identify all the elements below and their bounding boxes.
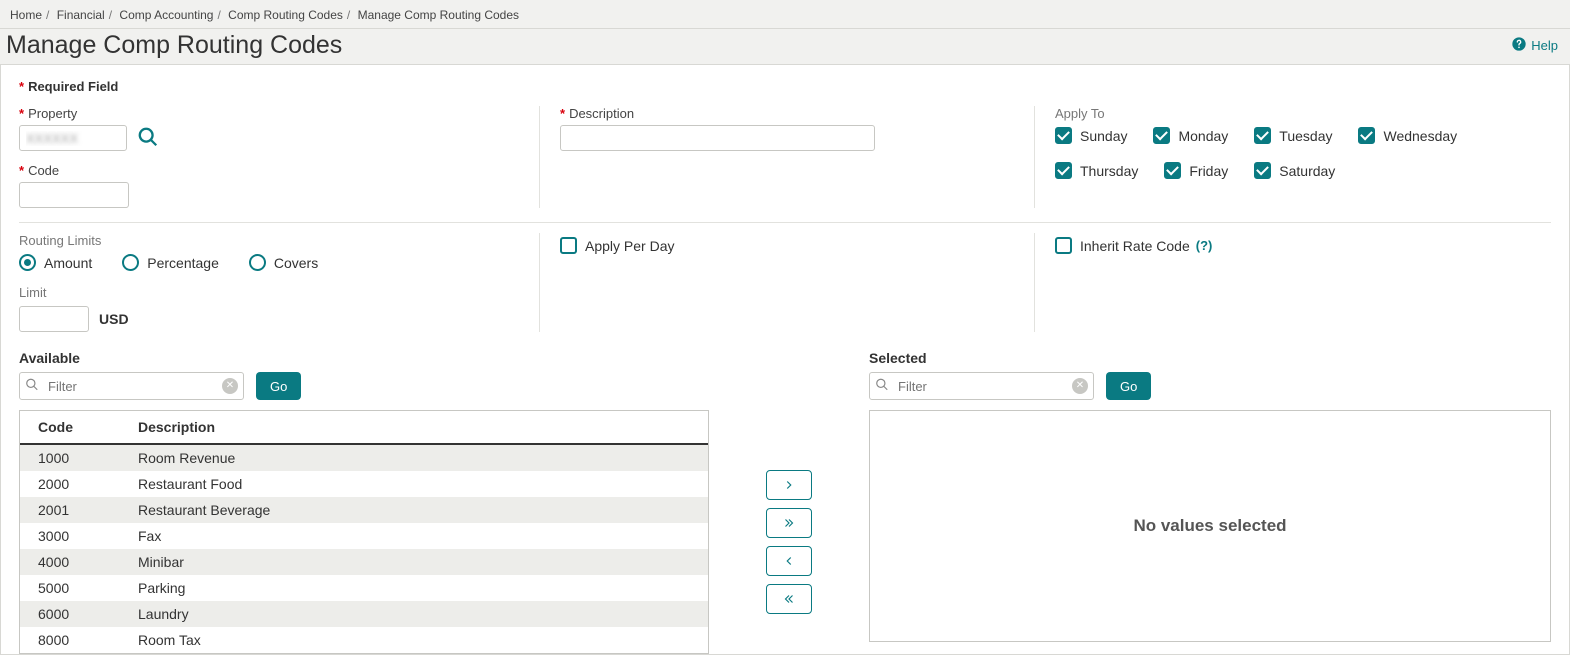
move-right-button[interactable] — [766, 470, 812, 500]
breadcrumb-current: Manage Comp Routing Codes — [358, 8, 519, 22]
breadcrumb-link[interactable]: Financial — [57, 8, 105, 22]
selected-filter-input[interactable] — [869, 372, 1094, 400]
table-row[interactable]: 2001Restaurant Beverage — [20, 497, 708, 523]
inherit-help-icon[interactable]: (?) — [1190, 238, 1213, 253]
available-go-button[interactable]: Go — [256, 372, 301, 400]
help-label: Help — [1531, 38, 1558, 53]
selected-box: No values selected — [869, 410, 1551, 642]
apply-to-label: Apply To — [1055, 106, 1531, 121]
inherit-rate-code-checkbox[interactable]: Inherit Rate Code — [1055, 237, 1190, 254]
clear-icon[interactable] — [222, 378, 238, 394]
day-checkbox-saturday[interactable]: Saturday — [1254, 162, 1335, 179]
selected-filter — [869, 372, 1094, 400]
shuttle-controls — [709, 350, 869, 654]
available-title: Available — [19, 350, 709, 366]
day-checkbox-monday[interactable]: Monday — [1153, 127, 1228, 144]
breadcrumb-link[interactable]: Comp Accounting — [119, 8, 213, 22]
help-icon — [1511, 36, 1527, 55]
table-row[interactable]: 4000Minibar — [20, 549, 708, 575]
table-row[interactable]: 8000Room Tax — [20, 627, 708, 653]
description-input[interactable] — [560, 125, 875, 151]
routing-limits-radios: Amount Percentage Covers — [19, 254, 519, 271]
table-row[interactable]: 5000Parking — [20, 575, 708, 601]
routing-limit-radio-amount[interactable]: Amount — [19, 254, 92, 271]
selected-go-button[interactable]: Go — [1106, 372, 1151, 400]
code-label: *Code — [19, 163, 519, 178]
breadcrumb: Home/ Financial/ Comp Accounting/ Comp R… — [0, 0, 1570, 28]
table-row[interactable]: 1000Room Revenue — [20, 444, 708, 471]
col-code: Code — [20, 411, 120, 444]
col-description: Description — [120, 411, 708, 444]
selected-title: Selected — [869, 350, 1551, 366]
title-bar: Manage Comp Routing Codes Help — [0, 28, 1570, 65]
limit-label: Limit — [19, 285, 519, 300]
description-label: *Description — [560, 106, 1014, 121]
available-table: Code Description 1000Room Revenue2000Res… — [20, 411, 708, 653]
required-legend: *Required Field — [19, 79, 1551, 94]
no-values-text: No values selected — [1133, 516, 1286, 536]
section-routing: Routing Limits Amount Percentage Covers Li… — [19, 233, 1551, 332]
available-filter — [19, 372, 244, 400]
move-all-right-button[interactable] — [766, 508, 812, 538]
apply-to-days: Sunday Monday Tuesday Wednesday Thursday Frid… — [1055, 127, 1531, 179]
search-icon[interactable] — [137, 126, 159, 151]
shuttle: Available Go Code Description — [19, 350, 1551, 654]
property-input[interactable] — [19, 125, 127, 151]
page-title: Manage Comp Routing Codes — [6, 31, 342, 60]
day-checkbox-tuesday[interactable]: Tuesday — [1254, 127, 1332, 144]
code-input[interactable] — [19, 182, 129, 208]
available-filter-input[interactable] — [19, 372, 244, 400]
search-icon — [25, 378, 39, 395]
available-table-box: Code Description 1000Room Revenue2000Res… — [19, 410, 709, 654]
limit-currency: USD — [99, 311, 129, 327]
table-row[interactable]: 3000Fax — [20, 523, 708, 549]
selected-panel: Selected Go No values selected — [869, 350, 1551, 654]
move-all-left-button[interactable] — [766, 584, 812, 614]
routing-limit-radio-covers[interactable]: Covers — [249, 254, 318, 271]
table-row[interactable]: 2000Restaurant Food — [20, 471, 708, 497]
available-panel: Available Go Code Description — [19, 350, 709, 654]
move-left-button[interactable] — [766, 546, 812, 576]
routing-limit-radio-percentage[interactable]: Percentage — [122, 254, 219, 271]
breadcrumb-link[interactable]: Comp Routing Codes — [228, 8, 343, 22]
search-icon — [875, 378, 889, 395]
help-link[interactable]: Help — [1511, 36, 1558, 55]
limit-input[interactable] — [19, 306, 89, 332]
day-checkbox-sunday[interactable]: Sunday — [1055, 127, 1127, 144]
day-checkbox-wednesday[interactable]: Wednesday — [1358, 127, 1457, 144]
apply-per-day-checkbox[interactable]: Apply Per Day — [560, 237, 1014, 254]
main-form: *Required Field *Property *Code *Descrip… — [0, 65, 1570, 655]
section-header-fields: *Property *Code *Description Apply To Su… — [19, 106, 1551, 223]
day-checkbox-thursday[interactable]: Thursday — [1055, 162, 1138, 179]
clear-icon[interactable] — [1072, 378, 1088, 394]
routing-limits-label: Routing Limits — [19, 233, 519, 248]
table-row[interactable]: 6000Laundry — [20, 601, 708, 627]
day-checkbox-friday[interactable]: Friday — [1164, 162, 1228, 179]
breadcrumb-link[interactable]: Home — [10, 8, 42, 22]
property-label: *Property — [19, 106, 519, 121]
